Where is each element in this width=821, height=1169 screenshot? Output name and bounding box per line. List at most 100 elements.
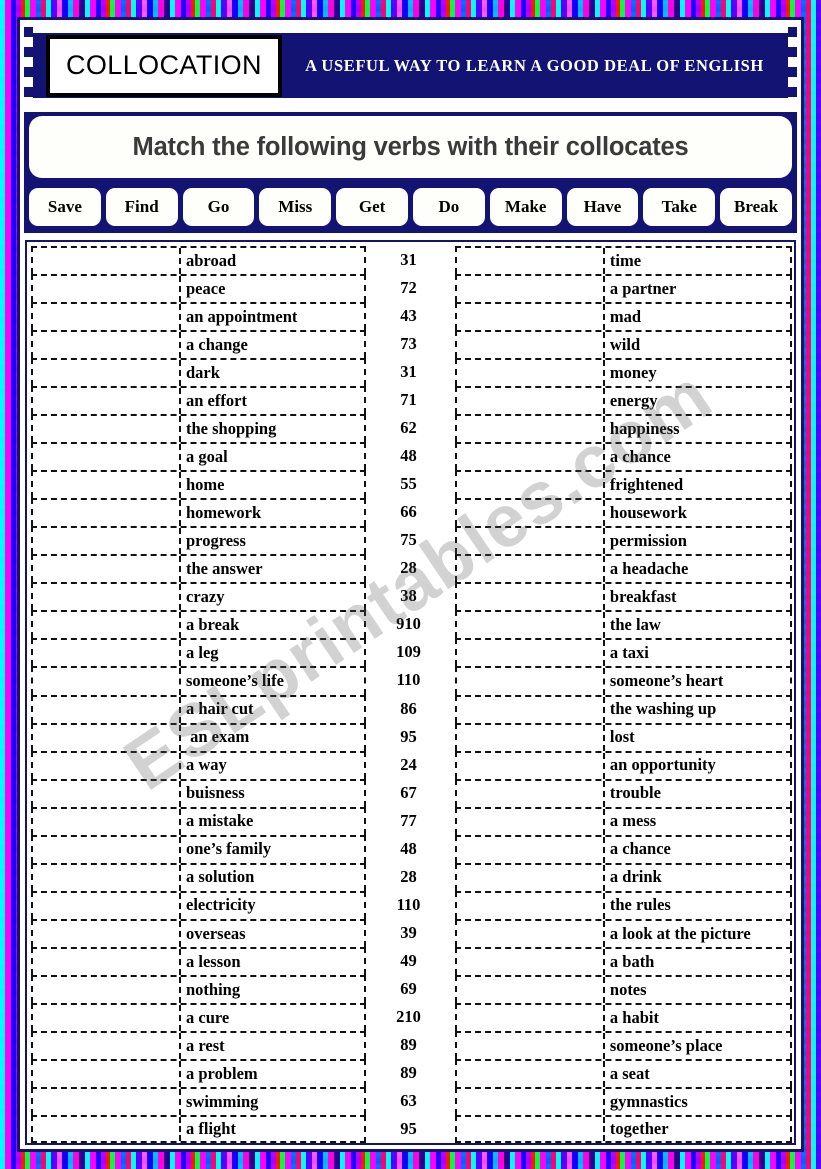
answer-input-cell[interactable] xyxy=(33,276,181,303)
answer-input-cell[interactable] xyxy=(33,1116,181,1141)
answer-input-cell[interactable] xyxy=(33,612,181,639)
answer-input-cell[interactable] xyxy=(457,556,605,583)
verb-button-find[interactable]: Find xyxy=(105,188,178,226)
answer-input-cell[interactable] xyxy=(457,752,605,779)
table-row: happiness xyxy=(454,414,792,443)
answer-input-cell[interactable] xyxy=(33,892,181,919)
answer-input-cell[interactable] xyxy=(33,696,181,723)
answer-input-cell[interactable] xyxy=(33,444,181,471)
table-row: one’s family xyxy=(31,834,367,863)
answer-input-cell[interactable] xyxy=(33,668,181,695)
answer-input-cell[interactable] xyxy=(457,920,605,947)
answer-input-cell[interactable] xyxy=(33,500,181,527)
answer-input-cell[interactable] xyxy=(33,584,181,611)
answer-input-cell[interactable] xyxy=(457,612,605,639)
answer-input-cell[interactable] xyxy=(457,360,605,387)
row-number: 48 xyxy=(400,446,417,466)
verb-button-go[interactable]: Go xyxy=(182,188,255,226)
answer-input-cell[interactable] xyxy=(457,640,605,667)
answer-input-cell[interactable] xyxy=(457,948,605,975)
answer-input-cell[interactable] xyxy=(33,780,181,807)
row-number: 73 xyxy=(400,334,417,354)
answer-input-cell[interactable] xyxy=(457,304,605,331)
answer-input-cell[interactable] xyxy=(457,892,605,919)
verb-button-break[interactable]: Break xyxy=(720,188,792,226)
answer-input-cell[interactable] xyxy=(33,248,181,275)
table-row: a goal xyxy=(31,442,367,471)
answer-input-cell[interactable] xyxy=(457,780,605,807)
table-row: money xyxy=(454,358,792,387)
answer-input-cell[interactable] xyxy=(457,864,605,891)
answer-input-cell[interactable] xyxy=(457,1116,605,1141)
answer-input-cell[interactable] xyxy=(33,864,181,891)
answer-input-cell[interactable] xyxy=(457,388,605,415)
verb-button-take[interactable]: Take xyxy=(643,188,716,226)
answer-input-cell[interactable] xyxy=(33,360,181,387)
answer-input-cell[interactable] xyxy=(457,500,605,527)
table-row: a way xyxy=(31,750,367,779)
answer-input-cell[interactable] xyxy=(33,1004,181,1031)
answer-input-cell[interactable] xyxy=(33,528,181,555)
answer-input-cell[interactable] xyxy=(457,276,605,303)
verb-button-have[interactable]: Have xyxy=(566,188,639,226)
answer-input-cell[interactable] xyxy=(457,1004,605,1031)
collocate-label: a flight xyxy=(186,1118,236,1138)
table-row: the answer xyxy=(31,554,367,583)
answer-input-cell[interactable] xyxy=(457,976,605,1003)
row-number: 28 xyxy=(400,558,417,578)
row-number: 110 xyxy=(396,894,421,914)
answer-input-cell[interactable] xyxy=(457,248,605,275)
row-number: 69 xyxy=(400,978,417,998)
answer-input-cell[interactable] xyxy=(457,1060,605,1087)
collocate-label: a seat xyxy=(609,1063,650,1083)
answer-input-cell[interactable] xyxy=(33,752,181,779)
answer-input-cell[interactable] xyxy=(33,332,181,359)
verb-button-miss[interactable]: Miss xyxy=(259,188,332,226)
answer-input-cell[interactable] xyxy=(33,472,181,499)
answer-input-cell[interactable] xyxy=(457,808,605,835)
answer-input-cell[interactable] xyxy=(457,584,605,611)
answer-input-cell[interactable] xyxy=(33,304,181,331)
answer-input-cell[interactable] xyxy=(457,416,605,443)
answer-input-cell[interactable] xyxy=(33,388,181,415)
answer-input-cell[interactable] xyxy=(457,1088,605,1115)
table-row: crazy xyxy=(31,582,367,611)
answer-input-cell[interactable] xyxy=(33,416,181,443)
answer-input-cell[interactable] xyxy=(33,808,181,835)
collocate-label: breakfast xyxy=(609,587,677,607)
table-row: a bath xyxy=(454,946,792,975)
table-row: the law xyxy=(454,610,792,639)
answer-input-cell[interactable] xyxy=(33,1032,181,1059)
answer-input-cell[interactable] xyxy=(33,1060,181,1087)
table-row: lost xyxy=(454,722,792,751)
answer-input-cell[interactable] xyxy=(33,836,181,863)
table-row: a drink xyxy=(454,862,792,891)
answer-input-cell[interactable] xyxy=(457,332,605,359)
answer-input-cell[interactable] xyxy=(33,1088,181,1115)
table-row: a solution xyxy=(31,862,367,891)
answer-input-cell[interactable] xyxy=(457,696,605,723)
answer-input-cell[interactable] xyxy=(33,948,181,975)
answer-input-cell[interactable] xyxy=(33,724,181,751)
answer-input-cell[interactable] xyxy=(33,640,181,667)
table-row: an exam xyxy=(31,722,367,751)
verb-button-make[interactable]: Make xyxy=(489,188,562,226)
answer-input-cell[interactable] xyxy=(33,556,181,583)
verb-button-do[interactable]: Do xyxy=(412,188,485,226)
answer-input-cell[interactable] xyxy=(33,920,181,947)
verb-button-get[interactable]: Get xyxy=(336,188,408,226)
number-column: 31 72 43 73 31 71 62 48 55 66 75 28 38 910 109 110 86 95 2… xyxy=(366,246,451,1143)
answer-input-cell[interactable] xyxy=(457,724,605,751)
table-row: gymnastics xyxy=(454,1086,792,1115)
answer-input-cell[interactable] xyxy=(33,976,181,1003)
answer-input-cell[interactable] xyxy=(457,1032,605,1059)
answer-input-cell[interactable] xyxy=(457,836,605,863)
collocate-label: the shopping xyxy=(186,418,277,438)
collocate-label: an exam xyxy=(186,727,250,747)
answer-input-cell[interactable] xyxy=(457,472,605,499)
answer-input-cell[interactable] xyxy=(457,668,605,695)
verb-button-save[interactable]: Save xyxy=(29,188,101,226)
answer-input-cell[interactable] xyxy=(457,528,605,555)
answer-input-cell[interactable] xyxy=(457,444,605,471)
header-dashed-edge-left xyxy=(24,24,33,107)
